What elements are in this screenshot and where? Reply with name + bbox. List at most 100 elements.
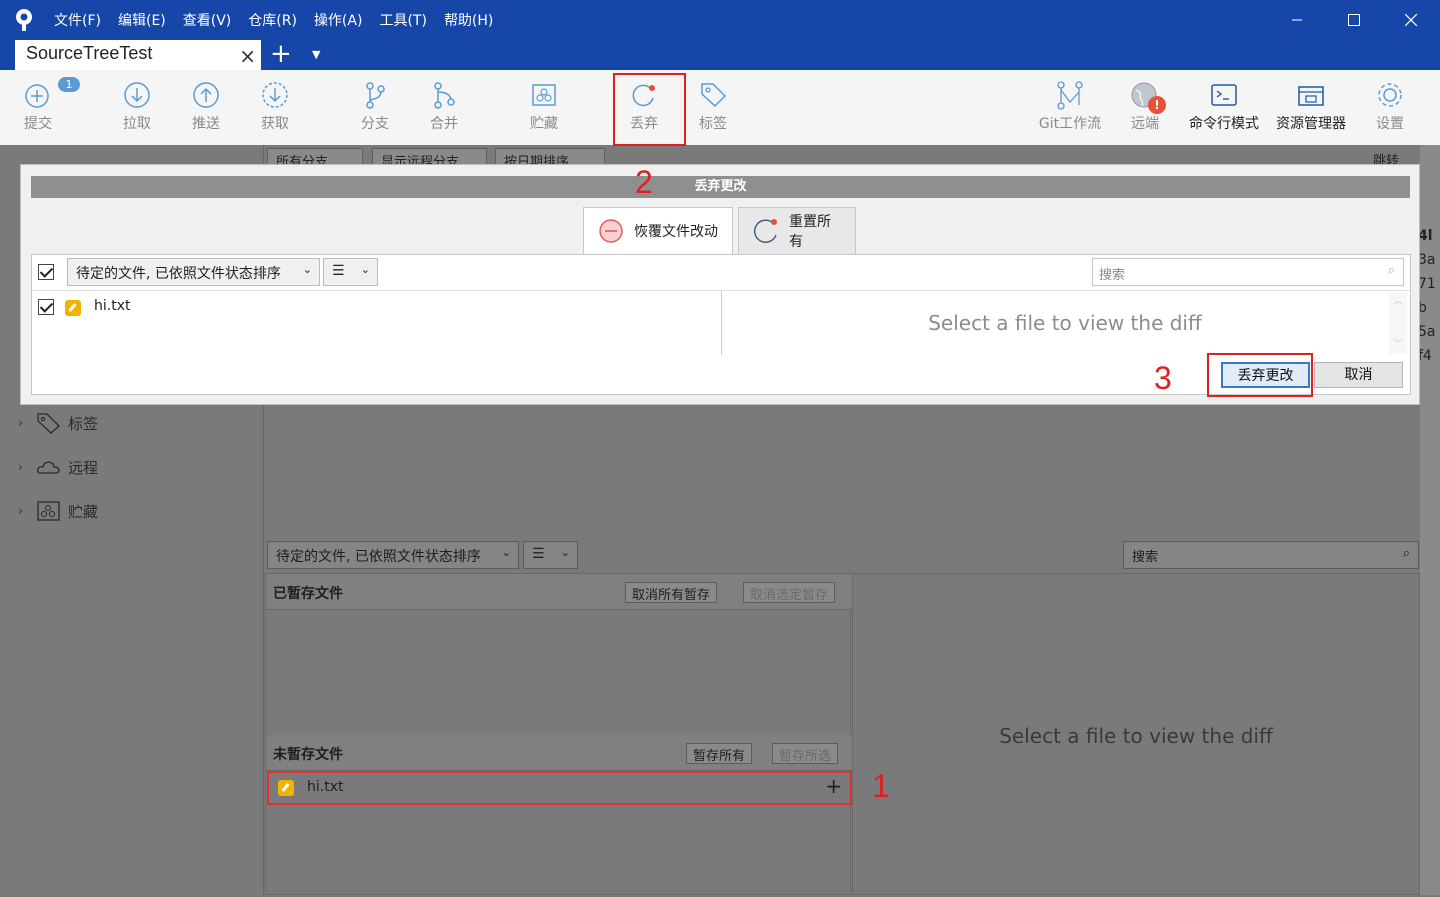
stage-all-button[interactable]: 暂存所有 <box>686 743 753 764</box>
explorer-button[interactable]: 资源管理器 <box>1272 70 1350 145</box>
tab-strip: SourceTreeTest × + ▼ <box>0 40 1440 70</box>
select-all-checkbox[interactable] <box>38 264 54 280</box>
sidebar-item-tags[interactable]: › 标签 <box>18 411 98 435</box>
scroll-up-icon[interactable]: ︿ <box>1389 292 1407 307</box>
search-icon: ⌕ <box>1402 546 1410 561</box>
new-tab-icon[interactable]: + <box>270 41 292 67</box>
sidebar-item-remotes[interactable]: › 远程 <box>18 455 98 479</box>
chevron-right-icon: › <box>18 416 23 430</box>
push-icon <box>193 82 219 108</box>
push-button[interactable]: 推送 <box>182 70 230 145</box>
annotation-step-2: 2 <box>635 164 653 200</box>
remote-label: 远端 <box>1131 116 1159 132</box>
merge-button[interactable]: 合并 <box>420 70 468 145</box>
annotation-box-discard <box>613 73 686 146</box>
file-status-panel: 已暂存文件 取消所有暂存 取消选定暂存 未暂存文件 暂存所有 暂存所选 <box>265 573 852 895</box>
dialog-search-placeholder: 搜索 <box>1099 268 1126 283</box>
history-hash-fragment: 4l <box>1418 228 1433 244</box>
file-search-placeholder: 搜索 <box>1132 550 1159 565</box>
pull-label: 拉取 <box>123 116 151 132</box>
tab-reset-label: 重置所有 <box>789 214 831 250</box>
sourcetree-logo-icon <box>16 9 32 31</box>
dialog-file-sort-select[interactable]: 待定的文件, 已依照文件状态排序 ⌄ <box>67 258 320 286</box>
unstaged-file-name: hi.txt <box>307 779 344 795</box>
close-window-button[interactable] <box>1382 0 1440 40</box>
tab-dropdown-icon[interactable]: ▼ <box>312 48 320 61</box>
menu-help[interactable]: 帮助(H) <box>444 10 493 30</box>
fetch-button[interactable]: 获取 <box>251 70 299 145</box>
commit-button[interactable]: 提交 1 <box>14 70 80 145</box>
folder-icon <box>1298 86 1324 106</box>
pull-button[interactable]: 拉取 <box>113 70 161 145</box>
chevron-down-icon: ⌄ <box>302 263 312 276</box>
chevron-right-icon: › <box>18 504 23 518</box>
menu-file[interactable]: 文件(F) <box>54 10 101 30</box>
diff-panel: Select a file to view the diff <box>852 573 1420 895</box>
menu-repository[interactable]: 仓库(R) <box>248 10 297 30</box>
stage-file-plus-icon[interactable]: + <box>825 774 842 798</box>
cancel-button[interactable]: 取消 <box>1314 362 1403 388</box>
chevron-down-icon: ⌄ <box>501 546 511 559</box>
stage-selected-button[interactable]: 暂存所选 <box>772 743 839 764</box>
maximize-icon <box>1348 14 1360 26</box>
menu-edit[interactable]: 编辑(E) <box>118 10 166 30</box>
branch-button[interactable]: 分支 <box>351 70 399 145</box>
gitflow-label: Git工作流 <box>1038 116 1102 132</box>
tab-reset-all[interactable]: 重置所有 <box>738 207 856 255</box>
close-tab-icon[interactable]: × <box>239 44 256 68</box>
tag-button[interactable]: 标签 <box>689 70 737 145</box>
minus-circle-icon <box>599 219 623 243</box>
sidebar-item-stashes[interactable]: › 贮藏 <box>18 499 98 523</box>
sidebar-item-stashes-label: 贮藏 <box>68 502 99 521</box>
history-hash-fragment: f4 <box>1418 348 1432 364</box>
view-mode-select[interactable]: ☰ ⌄ <box>523 541 578 569</box>
unstaged-file-row[interactable]: hi.txt + <box>267 771 852 805</box>
tag-label: 标签 <box>699 116 727 132</box>
sidebar-item-tags-label: 标签 <box>68 414 99 433</box>
fetch-icon <box>262 82 288 108</box>
modified-file-icon <box>65 300 81 316</box>
stash-button[interactable]: 贮藏 <box>520 70 568 145</box>
annotation-step-1: 1 <box>872 768 890 804</box>
history-hash-fragment: 5a <box>1418 324 1436 340</box>
dialog-body: 待定的文件, 已依照文件状态排序 ⌄ ☰ ⌄ 搜索 ⌕ hi.txt Selec… <box>31 254 1411 395</box>
annotation-box-confirm <box>1207 353 1313 397</box>
gitflow-button[interactable]: Git工作流 <box>1034 70 1106 145</box>
file-sort-value: 待定的文件, 已依照文件状态排序 <box>276 549 481 565</box>
tag-icon <box>701 83 727 108</box>
list-icon: ☰ <box>332 263 345 279</box>
modified-file-icon <box>278 780 294 796</box>
menu-actions[interactable]: 操作(A) <box>314 10 363 30</box>
settings-button[interactable]: 设置 <box>1366 70 1414 145</box>
repo-tab[interactable]: SourceTreeTest × <box>15 40 261 70</box>
terminal-button[interactable]: 命令行模式 <box>1186 70 1262 145</box>
dialog-view-mode-select[interactable]: ☰ ⌄ <box>323 258 378 286</box>
file-search-input[interactable]: 搜索 ⌕ <box>1123 541 1419 569</box>
staged-files-title: 已暂存文件 <box>273 586 343 602</box>
minimize-button[interactable] <box>1268 0 1326 40</box>
history-hash-fragment: 3a <box>1418 252 1436 268</box>
scroll-down-icon[interactable]: ﹀ <box>1389 335 1407 350</box>
unstage-selected-button[interactable]: 取消选定暂存 <box>743 582 836 603</box>
dialog-diff-scrollbar[interactable]: ︿ ﹀ <box>1389 292 1407 354</box>
menu-tools[interactable]: 工具(T) <box>379 10 426 30</box>
maximize-button[interactable] <box>1325 0 1383 40</box>
dialog-file-name[interactable]: hi.txt <box>94 298 130 314</box>
file-checkbox[interactable] <box>38 299 54 315</box>
unstage-all-button[interactable]: 取消所有暂存 <box>625 582 718 603</box>
merge-label: 合并 <box>430 116 458 132</box>
menu-view[interactable]: 查看(V) <box>183 10 232 30</box>
fetch-label: 获取 <box>261 116 289 132</box>
dialog-search-input[interactable]: 搜索 ⌕ <box>1092 258 1404 286</box>
tag-icon <box>37 413 60 434</box>
pull-icon <box>124 82 150 108</box>
file-status-toolbar: 待定的文件, 已依照文件状态排序 ⌄ ☰ ⌄ 搜索 ⌕ <box>265 538 1420 572</box>
explorer-label: 资源管理器 <box>1276 116 1346 132</box>
minimize-icon <box>1292 19 1302 21</box>
staged-files-header: 已暂存文件 取消所有暂存 取消选定暂存 <box>266 574 852 610</box>
unstaged-files-header: 未暂存文件 暂存所有 暂存所选 <box>266 735 852 771</box>
file-sort-select[interactable]: 待定的文件, 已依照文件状态排序 ⌄ <box>267 541 519 569</box>
tab-revert-file-changes[interactable]: 恢覆文件改动 <box>583 207 733 255</box>
dialog-pane-divider[interactable] <box>721 291 722 355</box>
commit-label: 提交 <box>24 116 52 132</box>
